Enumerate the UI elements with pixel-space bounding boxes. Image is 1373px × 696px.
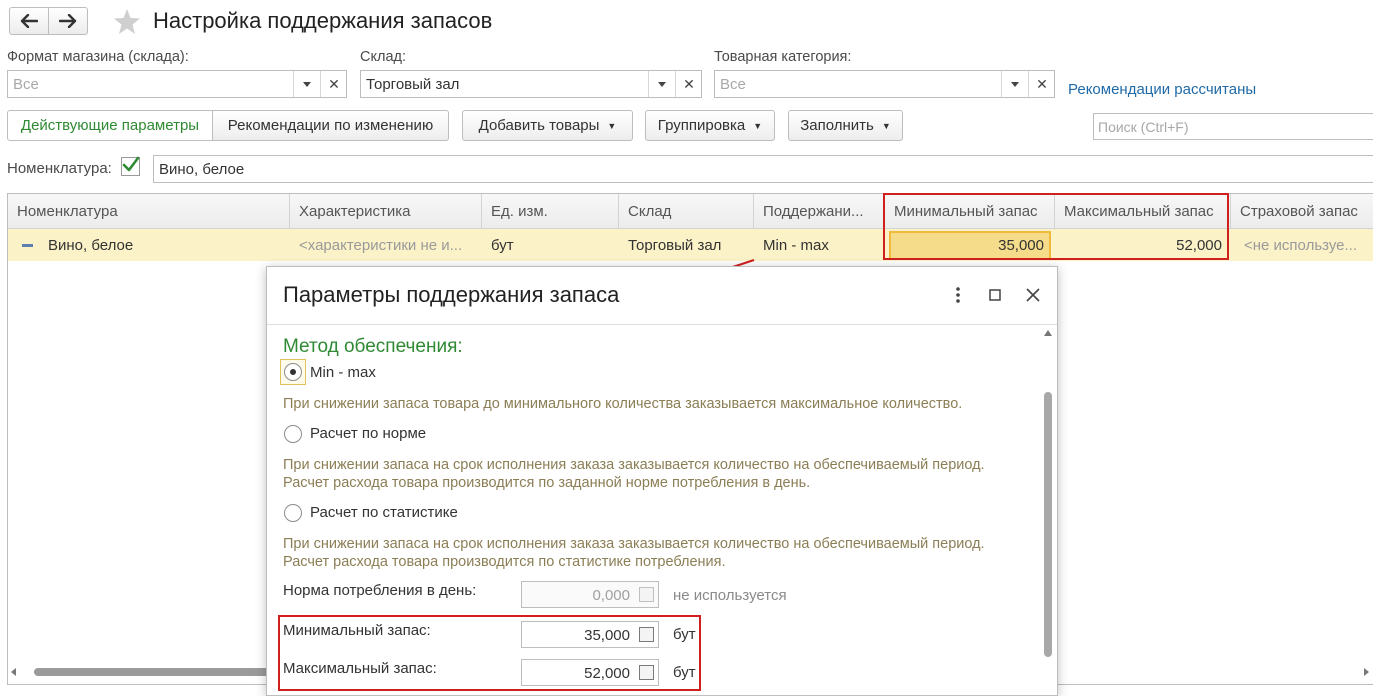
warehouse-field[interactable]: Торговый зал ✕ [360,70,702,98]
item-icon [22,244,33,247]
radio-min-max[interactable] [284,363,302,381]
chevron-down-icon[interactable] [1001,71,1028,97]
horizontal-scrollbar-thumb[interactable] [34,668,269,676]
clear-icon[interactable]: ✕ [675,71,702,97]
clear-icon[interactable]: ✕ [320,71,347,97]
nomenclature-filter-label: Номенклатура: [7,160,112,177]
radio-norm[interactable] [284,425,302,443]
scroll-left-icon[interactable] [10,668,18,676]
column-header[interactable]: Характеристика [290,194,482,229]
scroll-up-icon[interactable] [1044,330,1052,336]
favorite-star-icon[interactable] [113,8,141,39]
tab-active-parameters[interactable]: Действующие параметры [7,110,213,141]
category-label: Товарная категория: [714,49,852,65]
store-format-placeholder: Все [13,76,39,93]
chevron-down-icon[interactable] [648,71,675,97]
chevron-down-icon[interactable] [293,71,320,97]
cell-support: Min - max [763,237,829,254]
grouping-button[interactable]: Группировка ▼ [645,110,775,141]
clear-icon[interactable]: ✕ [1028,71,1055,97]
tab-recommendations[interactable]: Рекомендации по изменению [212,110,449,141]
radio-statistics-label[interactable]: Расчет по статистике [310,504,458,521]
cell-characteristic: <характеристики не и... [299,237,463,254]
warehouse-label: Склад: [360,49,406,65]
recommendations-link[interactable]: Рекомендации рассчитаны [1068,81,1256,98]
option-description: При снижении запаса на срок исполнения з… [283,536,985,570]
grouping-label: Группировка [657,117,746,134]
highlight-frame-dialog [278,615,701,691]
chevron-down-icon: ▼ [881,120,891,131]
add-goods-label: Добавить товары [478,117,600,134]
column-header[interactable]: Ед. изм. [482,194,619,229]
fill-label: Заполнить [800,117,874,134]
norm-label: Норма потребления в день: [283,582,477,599]
search-input[interactable]: Поиск (Ctrl+F) [1093,113,1373,140]
close-icon[interactable] [1021,283,1045,307]
forward-button[interactable] [48,7,88,35]
nomenclature-filter-checkbox[interactable] [121,156,140,176]
highlight-frame-table [883,193,1229,260]
column-header[interactable]: Номенклатура [8,194,290,229]
page-title: Настройка поддержания запасов [153,8,493,33]
warehouse-value: Торговый зал [366,76,460,93]
arrow-left-icon [20,14,38,28]
add-goods-button[interactable]: Добавить товары ▼ [462,110,633,141]
arrow-right-icon [59,14,77,28]
search-placeholder: Поиск (Ctrl+F) [1098,119,1189,135]
chevron-down-icon: ▼ [753,120,763,131]
store-format-label: Формат магазина (склада): [7,49,189,65]
maximize-icon[interactable] [983,283,1007,307]
column-header[interactable]: Поддержани... [754,194,885,229]
checkmark-icon [122,156,140,172]
vertical-scrollbar-thumb[interactable] [1044,392,1052,657]
radio-statistics[interactable] [284,504,302,522]
method-section-title: Метод обеспечения: [283,336,463,357]
category-field[interactable]: Все ✕ [714,70,1055,98]
fill-button[interactable]: Заполнить ▼ [788,110,903,141]
category-placeholder: Все [720,76,746,93]
norm-field: 0,000 [521,581,659,608]
option-description: При снижении запаса товара до минимально… [283,396,963,412]
nomenclature-filter-field[interactable]: Вино, белое [153,155,1373,183]
option-description: При снижении запаса на срок исполнения з… [283,457,985,491]
column-header[interactable]: Страховой запас [1231,194,1373,229]
column-header[interactable]: Склад [619,194,754,229]
scroll-right-icon[interactable] [1362,668,1370,676]
nomenclature-filter-value: Вино, белое [159,161,245,178]
norm-note: не используется [673,587,787,604]
calculator-icon [639,587,654,602]
store-format-field[interactable]: Все ✕ [7,70,347,98]
back-button[interactable] [9,7,49,35]
norm-value: 0,000 [592,587,630,604]
chevron-down-icon: ▼ [607,120,617,131]
cell-unit: бут [491,237,514,254]
more-vertical-icon[interactable] [946,283,970,307]
cell-nomenclature: Вино, белое [48,237,134,254]
radio-min-max-label[interactable]: Min - max [310,364,376,381]
dialog-title: Параметры поддержания запаса [283,282,620,307]
cell-safety-stock: <не используе... [1244,237,1358,254]
radio-norm-label[interactable]: Расчет по норме [310,425,426,442]
dialog-divider [267,324,1057,325]
